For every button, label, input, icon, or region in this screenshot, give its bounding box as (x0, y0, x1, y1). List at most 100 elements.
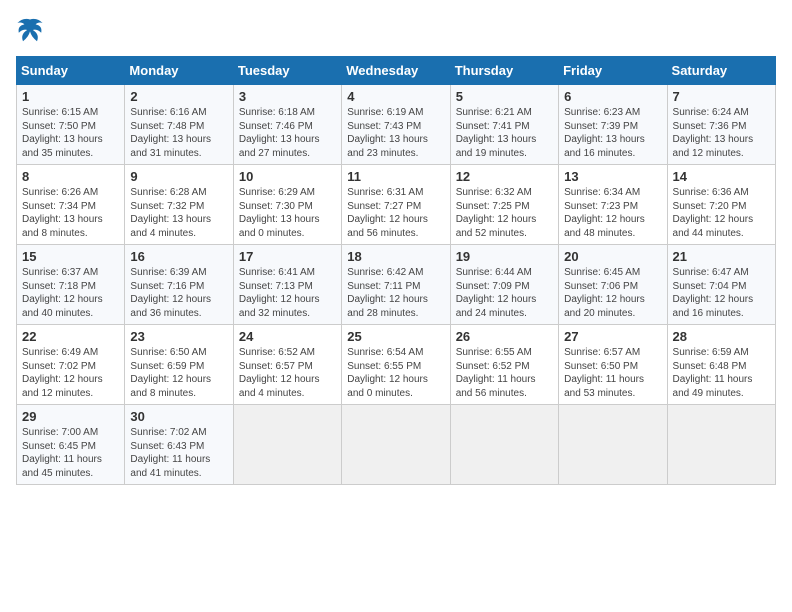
day-number: 18 (347, 249, 444, 264)
day-info: Sunrise: 6:36 AMSunset: 7:20 PMDaylight:… (673, 186, 770, 240)
day-info: Sunrise: 6:50 AMSunset: 6:59 PMDaylight:… (130, 346, 227, 400)
day-number: 6 (564, 89, 661, 104)
col-tuesday: Tuesday (233, 57, 341, 85)
day-info: Sunrise: 6:29 AMSunset: 7:30 PMDaylight:… (239, 186, 336, 240)
calendar-cell: 7Sunrise: 6:24 AMSunset: 7:36 PMDaylight… (667, 85, 775, 165)
day-info: Sunrise: 7:02 AMSunset: 6:43 PMDaylight:… (130, 426, 227, 480)
calendar-cell: 13 Sunrise: 6:34 AMSunset: 7:23 PMDayligh… (559, 165, 667, 245)
day-info: Sunrise: 6:42 AMSunset: 7:11 PMDaylight:… (347, 266, 444, 320)
day-number: 12 (456, 169, 553, 184)
day-number: 27 (564, 329, 661, 344)
day-info: Sunrise: 6:49 AMSunset: 7:02 PMDaylight:… (22, 346, 119, 400)
day-number: 2 (130, 89, 227, 104)
calendar-cell: 23Sunrise: 6:50 AMSunset: 6:59 PMDayligh… (125, 325, 233, 405)
col-saturday: Saturday (667, 57, 775, 85)
calendar-cell: 24 Sunrise: 6:52 AMSunset: 6:57 PMDayligh… (233, 325, 341, 405)
calendar-cell: 26 Sunrise: 6:55 AMSunset: 6:52 PMDayligh… (450, 325, 558, 405)
col-wednesday: Wednesday (342, 57, 450, 85)
day-info: Sunrise: 6:39 AMSunset: 7:16 PMDaylight:… (130, 266, 227, 320)
day-info: Sunrise: 6:34 AMSunset: 7:23 PMDaylight:… (564, 186, 661, 240)
day-number: 14 (673, 169, 770, 184)
day-number: 9 (130, 169, 227, 184)
calendar-cell: 8 Sunrise: 6:26 AMSunset: 7:34 PMDaylight… (17, 165, 125, 245)
day-number: 8 (22, 169, 119, 184)
calendar-cell: 19 Sunrise: 6:44 AMSunset: 7:09 PMDayligh… (450, 245, 558, 325)
calendar-cell (559, 405, 667, 485)
calendar-cell: 30 Sunrise: 7:02 AMSunset: 6:43 PMDayligh… (125, 405, 233, 485)
day-number: 1 (22, 89, 119, 104)
day-info: Sunrise: 6:37 AMSunset: 7:18 PMDaylight:… (22, 266, 119, 320)
calendar-cell: 15 Sunrise: 6:37 AMSunset: 7:18 PMDayligh… (17, 245, 125, 325)
logo (16, 16, 48, 44)
day-info: Sunrise: 6:55 AMSunset: 6:52 PMDaylight:… (456, 346, 553, 400)
day-number: 7 (673, 89, 770, 104)
day-number: 3 (239, 89, 336, 104)
day-number: 16 (130, 249, 227, 264)
day-info: Sunrise: 6:41 AMSunset: 7:13 PMDaylight:… (239, 266, 336, 320)
col-thursday: Thursday (450, 57, 558, 85)
day-info: Sunrise: 6:16 AMSunset: 7:48 PMDaylight:… (130, 106, 227, 160)
day-number: 24 (239, 329, 336, 344)
day-info: Sunrise: 6:19 AMSunset: 7:43 PMDaylight:… (347, 106, 444, 160)
day-number: 26 (456, 329, 553, 344)
col-friday: Friday (559, 57, 667, 85)
calendar-week-row: 15 Sunrise: 6:37 AMSunset: 7:18 PMDayligh… (17, 245, 776, 325)
calendar-cell (342, 405, 450, 485)
calendar-cell: 22 Sunrise: 6:49 AMSunset: 7:02 PMDayligh… (17, 325, 125, 405)
calendar-cell: 16 Sunrise: 6:39 AMSunset: 7:16 PMDayligh… (125, 245, 233, 325)
day-number: 20 (564, 249, 661, 264)
day-number: 30 (130, 409, 227, 424)
calendar-cell: 20Sunrise: 6:45 AMSunset: 7:06 PMDayligh… (559, 245, 667, 325)
day-info: Sunrise: 6:15 AMSunset: 7:50 PMDaylight:… (22, 106, 119, 160)
calendar-cell: 29 Sunrise: 7:00 AMSunset: 6:45 PMDayligh… (17, 405, 125, 485)
calendar-cell: 4 Sunrise: 6:19 AMSunset: 7:43 PMDaylight… (342, 85, 450, 165)
day-info: Sunrise: 6:47 AMSunset: 7:04 PMDaylight:… (673, 266, 770, 320)
calendar-cell: 9Sunrise: 6:28 AMSunset: 7:32 PMDaylight… (125, 165, 233, 245)
day-info: Sunrise: 6:44 AMSunset: 7:09 PMDaylight:… (456, 266, 553, 320)
calendar-week-row: 29 Sunrise: 7:00 AMSunset: 6:45 PMDayligh… (17, 405, 776, 485)
calendar-week-row: 22 Sunrise: 6:49 AMSunset: 7:02 PMDayligh… (17, 325, 776, 405)
calendar-cell (233, 405, 341, 485)
calendar-cell: 12 Sunrise: 6:32 AMSunset: 7:25 PMDayligh… (450, 165, 558, 245)
day-info: Sunrise: 6:32 AMSunset: 7:25 PMDaylight:… (456, 186, 553, 240)
day-number: 4 (347, 89, 444, 104)
day-number: 10 (239, 169, 336, 184)
calendar-cell: 5Sunrise: 6:21 AMSunset: 7:41 PMDaylight… (450, 85, 558, 165)
day-number: 15 (22, 249, 119, 264)
logo-icon (16, 16, 44, 44)
day-number: 21 (673, 249, 770, 264)
calendar-cell (667, 405, 775, 485)
calendar-cell (450, 405, 558, 485)
day-info: Sunrise: 6:57 AMSunset: 6:50 PMDaylight:… (564, 346, 661, 400)
calendar-cell: 11 Sunrise: 6:31 AMSunset: 7:27 PMDayligh… (342, 165, 450, 245)
calendar-cell: 18 Sunrise: 6:42 AMSunset: 7:11 PMDayligh… (342, 245, 450, 325)
day-number: 17 (239, 249, 336, 264)
day-number: 19 (456, 249, 553, 264)
calendar-cell: 25 Sunrise: 6:54 AMSunset: 6:55 PMDayligh… (342, 325, 450, 405)
calendar-cell: 1 Sunrise: 6:15 AMSunset: 7:50 PMDaylight… (17, 85, 125, 165)
day-info: Sunrise: 6:52 AMSunset: 6:57 PMDaylight:… (239, 346, 336, 400)
day-info: Sunrise: 6:23 AMSunset: 7:39 PMDaylight:… (564, 106, 661, 160)
calendar-week-row: 1 Sunrise: 6:15 AMSunset: 7:50 PMDaylight… (17, 85, 776, 165)
calendar-header-row: Sunday Monday Tuesday Wednesday Thursday… (17, 57, 776, 85)
calendar-cell: 21 Sunrise: 6:47 AMSunset: 7:04 PMDayligh… (667, 245, 775, 325)
calendar-cell: 27 Sunrise: 6:57 AMSunset: 6:50 PMDayligh… (559, 325, 667, 405)
day-number: 29 (22, 409, 119, 424)
day-info: Sunrise: 6:59 AMSunset: 6:48 PMDaylight:… (673, 346, 770, 400)
day-number: 22 (22, 329, 119, 344)
col-monday: Monday (125, 57, 233, 85)
day-info: Sunrise: 6:54 AMSunset: 6:55 PMDaylight:… (347, 346, 444, 400)
day-info: Sunrise: 6:31 AMSunset: 7:27 PMDaylight:… (347, 186, 444, 240)
day-info: Sunrise: 6:26 AMSunset: 7:34 PMDaylight:… (22, 186, 119, 240)
calendar-cell: 3 Sunrise: 6:18 AMSunset: 7:46 PMDaylight… (233, 85, 341, 165)
calendar-cell: 2 Sunrise: 6:16 AMSunset: 7:48 PMDaylight… (125, 85, 233, 165)
day-number: 11 (347, 169, 444, 184)
day-info: Sunrise: 6:18 AMSunset: 7:46 PMDaylight:… (239, 106, 336, 160)
day-info: Sunrise: 6:21 AMSunset: 7:41 PMDaylight:… (456, 106, 553, 160)
day-number: 25 (347, 329, 444, 344)
calendar-cell: 14 Sunrise: 6:36 AMSunset: 7:20 PMDayligh… (667, 165, 775, 245)
day-number: 13 (564, 169, 661, 184)
calendar-week-row: 8 Sunrise: 6:26 AMSunset: 7:34 PMDaylight… (17, 165, 776, 245)
calendar-table: Sunday Monday Tuesday Wednesday Thursday… (16, 56, 776, 485)
day-info: Sunrise: 7:00 AMSunset: 6:45 PMDaylight:… (22, 426, 119, 480)
